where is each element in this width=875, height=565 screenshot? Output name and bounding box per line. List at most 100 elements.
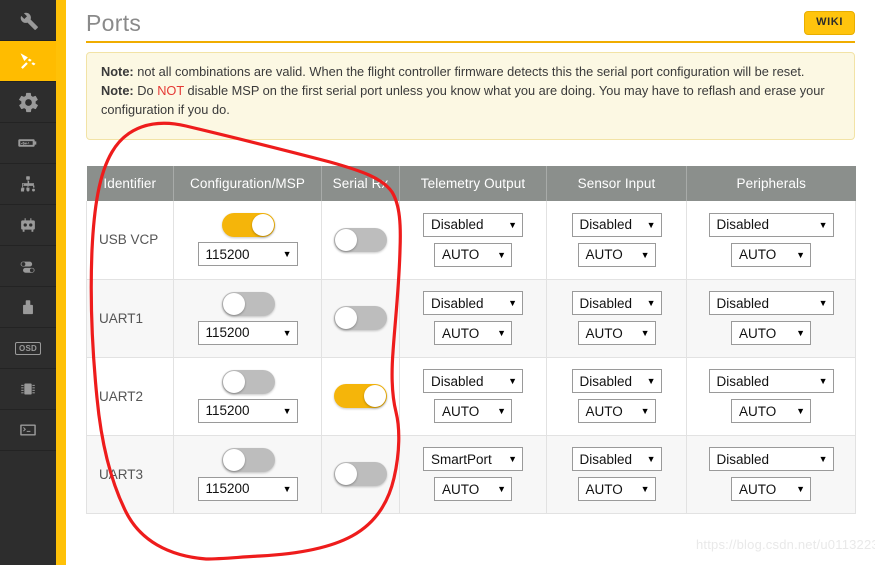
chevron-down-icon: ▼ <box>640 406 650 416</box>
serial-rx-toggle[interactable] <box>334 384 387 408</box>
telemetry-output-select[interactable]: Disabled ▼ <box>423 291 523 315</box>
column-header-telemetry: Telemetry Output <box>399 166 547 201</box>
chip-icon <box>17 378 39 400</box>
chevron-down-icon: ▼ <box>818 219 828 230</box>
toggle-knob <box>223 448 245 471</box>
chevron-down-icon: ▼ <box>646 454 656 464</box>
peripherals-baud-select[interactable]: AUTO ▼ <box>731 242 811 267</box>
msp-baud-value: 115200 <box>205 246 250 262</box>
toggle-knob <box>223 292 245 315</box>
port-identifier: USB VCP <box>86 201 174 280</box>
sidebar-item-osd[interactable]: OSD <box>0 328 56 369</box>
msp-baud-select[interactable]: 115200 ▼ <box>197 320 298 345</box>
telemetry-baud-select[interactable]: AUTO ▼ <box>434 399 512 423</box>
note-text-not: NOT <box>157 83 184 98</box>
column-header-configuration: Configuration/MSP <box>173 166 322 201</box>
msp-baud-select[interactable]: 115200 ▼ <box>197 242 298 267</box>
peripherals-select[interactable]: Disabled ▼ <box>708 291 834 315</box>
osd-icon: OSD <box>15 341 41 355</box>
peripherals-value: Disabled <box>716 373 770 389</box>
chevron-down-icon: ▼ <box>508 376 517 386</box>
wiki-button[interactable]: WIKI <box>804 11 855 35</box>
serial-rx-cell <box>321 357 400 436</box>
peripherals-select[interactable]: Disabled ▼ <box>708 447 834 471</box>
msp-toggle[interactable] <box>222 291 275 316</box>
sensor-input-value: Disabled <box>579 373 633 389</box>
column-header-sensor-input: Sensor Input <box>546 166 687 201</box>
sidebar-item-power[interactable] <box>0 123 56 164</box>
table-row: UART3 115200 ▼ SmartPort ▼ AUTO ▼ Disabl… <box>86 435 856 514</box>
peripherals-select[interactable]: Disabled ▼ <box>708 369 834 393</box>
telemetry-output-select[interactable]: Disabled ▼ <box>423 212 523 237</box>
motor-icon <box>17 296 39 318</box>
note-line-2: Note: Do NOT disable MSP on the first se… <box>101 81 840 119</box>
gear-icon <box>17 91 40 114</box>
sidebar-item-receiver[interactable] <box>0 205 56 246</box>
sensor-baud-select[interactable]: AUTO ▼ <box>577 321 656 345</box>
msp-baud-select[interactable]: 115200 ▼ <box>197 398 298 423</box>
sidebar-item-sensors[interactable] <box>0 369 56 410</box>
sensor-baud-select[interactable]: AUTO ▼ <box>577 399 656 423</box>
msp-baud-select[interactable]: 115200 ▼ <box>197 476 298 501</box>
peripherals-baud-select[interactable]: AUTO ▼ <box>731 321 811 345</box>
toggle-knob <box>223 370 245 393</box>
sensor-input-cell: Disabled ▼ AUTO ▼ <box>546 357 687 436</box>
note-text-2a: Do <box>133 83 158 98</box>
peripherals-select[interactable]: Disabled ▼ <box>708 212 834 237</box>
peripherals-cell: Disabled ▼ AUTO ▼ <box>686 201 856 280</box>
sensor-baud-select[interactable]: AUTO ▼ <box>577 477 656 501</box>
sidebar-item-configuration[interactable] <box>0 82 56 123</box>
peripherals-baud-value: AUTO <box>739 247 777 263</box>
serial-rx-toggle[interactable] <box>334 462 387 486</box>
configuration-msp-cell: 115200 ▼ <box>173 435 322 514</box>
sidebar-item-modes[interactable] <box>0 246 56 287</box>
serial-rx-cell <box>321 435 400 514</box>
telemetry-output-select[interactable]: Disabled ▼ <box>423 369 523 393</box>
main-content: Ports WIKI Note: not all combinations ar… <box>66 0 875 565</box>
peripherals-baud-select[interactable]: AUTO ▼ <box>731 399 811 423</box>
telemetry-baud-select[interactable]: AUTO ▼ <box>434 242 512 267</box>
sensor-input-cell: Disabled ▼ AUTO ▼ <box>546 279 687 358</box>
telemetry-baud-select[interactable]: AUTO ▼ <box>434 321 512 345</box>
serial-rx-toggle[interactable] <box>334 306 387 330</box>
title-underline <box>86 41 855 43</box>
peripherals-baud-value: AUTO <box>739 325 777 341</box>
telemetry-output-cell: Disabled ▼ AUTO ▼ <box>399 357 547 436</box>
sensor-input-select[interactable]: Disabled ▼ <box>571 291 662 315</box>
telemetry-output-select[interactable]: SmartPort ▼ <box>423 447 523 471</box>
toggle-knob <box>335 228 357 251</box>
ports-page: OSD Ports WIKI Note: not all combination… <box>0 0 875 565</box>
chevron-down-icon: ▼ <box>818 454 828 464</box>
terminal-icon <box>17 419 39 441</box>
chevron-down-icon: ▼ <box>282 249 292 260</box>
sensor-baud-select[interactable]: AUTO ▼ <box>577 242 656 267</box>
chevron-down-icon: ▼ <box>282 405 292 416</box>
msp-toggle[interactable] <box>222 447 275 472</box>
peripherals-value: Disabled <box>716 451 770 467</box>
msp-toggle[interactable] <box>222 213 275 238</box>
note-text-1: not all combinations are valid. When the… <box>133 64 805 79</box>
chevron-down-icon: ▼ <box>646 219 656 230</box>
peripherals-baud-select[interactable]: AUTO ▼ <box>731 477 811 501</box>
sidebar-item-setup[interactable] <box>0 0 56 41</box>
plug-icon <box>16 49 40 73</box>
peripherals-cell: Disabled ▼ AUTO ▼ <box>686 357 856 436</box>
msp-toggle[interactable] <box>222 369 275 394</box>
sidebar-item-ports[interactable] <box>0 41 56 82</box>
sidebar-item-motors[interactable] <box>0 287 56 328</box>
chevron-down-icon: ▼ <box>497 406 506 416</box>
sitemap-icon <box>17 173 39 195</box>
telemetry-baud-select[interactable]: AUTO ▼ <box>434 477 512 501</box>
telemetry-output-cell: Disabled ▼ AUTO ▼ <box>399 201 547 280</box>
sidebar-item-cli[interactable] <box>0 410 56 451</box>
sidebar-item-failsafe[interactable] <box>0 164 56 205</box>
sensor-input-select[interactable]: Disabled ▼ <box>571 447 662 471</box>
chevron-down-icon: ▼ <box>796 249 805 260</box>
sensor-input-select[interactable]: Disabled ▼ <box>571 369 662 393</box>
serial-rx-toggle[interactable] <box>334 227 387 252</box>
note-label-1: Note: <box>101 64 134 79</box>
chevron-down-icon: ▼ <box>646 298 656 308</box>
note-line-1: Note: not all combinations are valid. Wh… <box>101 62 840 81</box>
telemetry-baud-value: AUTO <box>442 325 480 341</box>
sensor-input-select[interactable]: Disabled ▼ <box>571 212 662 237</box>
